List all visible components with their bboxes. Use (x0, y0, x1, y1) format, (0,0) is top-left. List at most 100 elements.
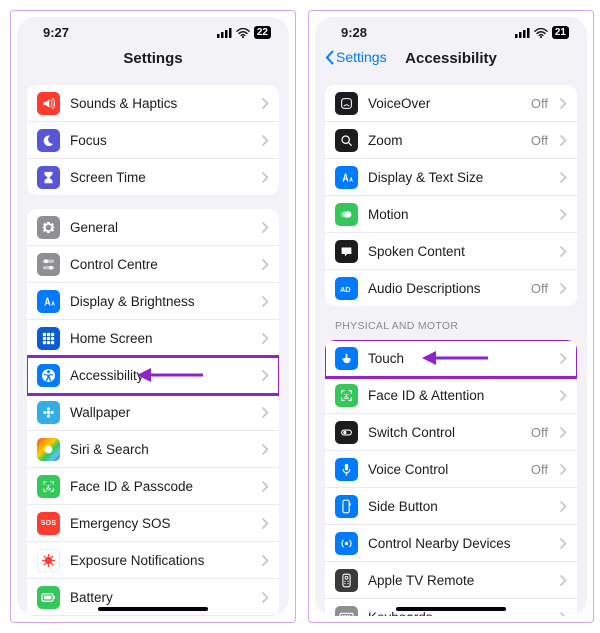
nav-bar: Settings (17, 44, 289, 77)
hourglass-icon (37, 166, 60, 189)
chevron-right-icon (560, 501, 567, 512)
row-label: Voice Control (368, 462, 521, 477)
content-scroll[interactable]: VoiceOver Off Zoom Off Display & Text Si… (315, 77, 587, 616)
row-label: Sounds & Haptics (70, 96, 252, 111)
content-scroll[interactable]: Sounds & Haptics Focus Screen Time Gener… (17, 77, 289, 616)
settings-row-control-centre[interactable]: Control Centre (27, 246, 279, 283)
status-bar: 9:27 22 (17, 17, 289, 44)
chevron-right-icon (262, 172, 269, 183)
nav-bar: Settings Accessibility (315, 44, 587, 77)
keyboard-icon (335, 606, 358, 617)
settings-row-sounds-haptics[interactable]: Sounds & Haptics (27, 85, 279, 122)
row-value: Off (531, 462, 548, 477)
row-label: Home Screen (70, 331, 252, 346)
settings-row-audio-descriptions[interactable]: AD Audio Descriptions Off (325, 270, 577, 306)
battery-indicator: 22 (254, 26, 271, 39)
zoom-icon (335, 129, 358, 152)
home-indicator (98, 607, 208, 611)
row-label: Emergency SOS (70, 516, 252, 531)
chevron-right-icon (560, 390, 567, 401)
row-label: Siri & Search (70, 442, 252, 457)
row-label: Exposure Notifications (70, 553, 252, 568)
svg-text:AD: AD (340, 284, 351, 293)
chevron-right-icon (262, 296, 269, 307)
settings-group: Sounds & Haptics Focus Screen Time (27, 85, 279, 195)
page-title: Settings (123, 50, 182, 67)
chevron-right-icon (262, 333, 269, 344)
text-size-icon (37, 290, 60, 313)
tv-remote-icon (335, 569, 358, 592)
chevron-right-icon (262, 481, 269, 492)
back-button[interactable]: Settings (325, 49, 387, 65)
settings-group: General Control Centre Display & Brightn… (27, 209, 279, 616)
chevron-right-icon (560, 575, 567, 586)
row-label: Wallpaper (70, 405, 252, 420)
chevron-right-icon (262, 592, 269, 603)
settings-row-side-button[interactable]: Side Button (325, 488, 577, 525)
settings-row-motion[interactable]: Motion (325, 196, 577, 233)
settings-row-touch[interactable]: Touch (325, 340, 577, 377)
accessibility-icon (37, 364, 60, 387)
accessibility-screenshot: 9:28 21 Settings Accessibility VoiceOver… (315, 17, 587, 616)
row-label: Zoom (368, 133, 521, 148)
settings-row-wallpaper[interactable]: Wallpaper (27, 394, 279, 431)
chevron-right-icon (560, 612, 567, 617)
row-label: Control Nearby Devices (368, 536, 550, 551)
sos-icon: SOS (37, 512, 60, 535)
settings-row-display-text-size[interactable]: Display & Text Size (325, 159, 577, 196)
row-label: Focus (70, 133, 252, 148)
nearby-icon (335, 532, 358, 555)
toggles-icon (37, 253, 60, 276)
row-label: Motion (368, 207, 550, 222)
settings-row-spoken-content[interactable]: Spoken Content (325, 233, 577, 270)
signal-icon (515, 28, 530, 38)
status-time: 9:27 (43, 25, 69, 40)
voice-icon (335, 458, 358, 481)
settings-screenshot: 9:27 22 Settings Sounds & Haptics Focus … (17, 17, 289, 616)
settings-row-home-screen[interactable]: Home Screen (27, 320, 279, 357)
row-label: Screen Time (70, 170, 252, 185)
motion-icon (335, 203, 358, 226)
settings-row-focus[interactable]: Focus (27, 122, 279, 159)
siri-icon (37, 438, 60, 461)
speech-icon (335, 240, 358, 263)
row-label: Side Button (368, 499, 550, 514)
settings-row-switch-control[interactable]: Switch Control Off (325, 414, 577, 451)
settings-row-zoom[interactable]: Zoom Off (325, 122, 577, 159)
row-value: Off (531, 425, 548, 440)
side-button-icon (335, 495, 358, 518)
chevron-right-icon (560, 209, 567, 220)
settings-row-voiceover[interactable]: VoiceOver Off (325, 85, 577, 122)
row-label: Battery (70, 590, 252, 605)
chevron-right-icon (262, 518, 269, 529)
settings-row-emergency-sos[interactable]: SOS Emergency SOS (27, 505, 279, 542)
audio-desc-icon: AD (335, 277, 358, 300)
chevron-right-icon (560, 464, 567, 475)
settings-row-control-nearby-devices[interactable]: Control Nearby Devices (325, 525, 577, 562)
wifi-icon (236, 28, 250, 38)
settings-row-general[interactable]: General (27, 209, 279, 246)
moon-icon (37, 129, 60, 152)
chevron-right-icon (560, 538, 567, 549)
row-value: Off (531, 133, 548, 148)
settings-row-apple-tv-remote[interactable]: Apple TV Remote (325, 562, 577, 599)
settings-row-siri-search[interactable]: Siri & Search (27, 431, 279, 468)
chevron-right-icon (560, 246, 567, 257)
row-label: VoiceOver (368, 96, 521, 111)
chevron-right-icon (262, 407, 269, 418)
settings-row-accessibility[interactable]: Accessibility (27, 357, 279, 394)
row-label: Accessibility (70, 368, 252, 383)
settings-row-display-brightness[interactable]: Display & Brightness (27, 283, 279, 320)
settings-row-voice-control[interactable]: Voice Control Off (325, 451, 577, 488)
chevron-right-icon (262, 98, 269, 109)
settings-row-screen-time[interactable]: Screen Time (27, 159, 279, 195)
flower-icon (37, 401, 60, 424)
chevron-right-icon (560, 172, 567, 183)
settings-row-exposure-notifications[interactable]: Exposure Notifications (27, 542, 279, 579)
chevron-right-icon (262, 370, 269, 381)
home-indicator (396, 607, 506, 611)
settings-row-face-id-attention[interactable]: Face ID & Attention (325, 377, 577, 414)
status-bar: 9:28 21 (315, 17, 587, 44)
settings-row-face-id-passcode[interactable]: Face ID & Passcode (27, 468, 279, 505)
battery-indicator: 21 (552, 26, 569, 39)
